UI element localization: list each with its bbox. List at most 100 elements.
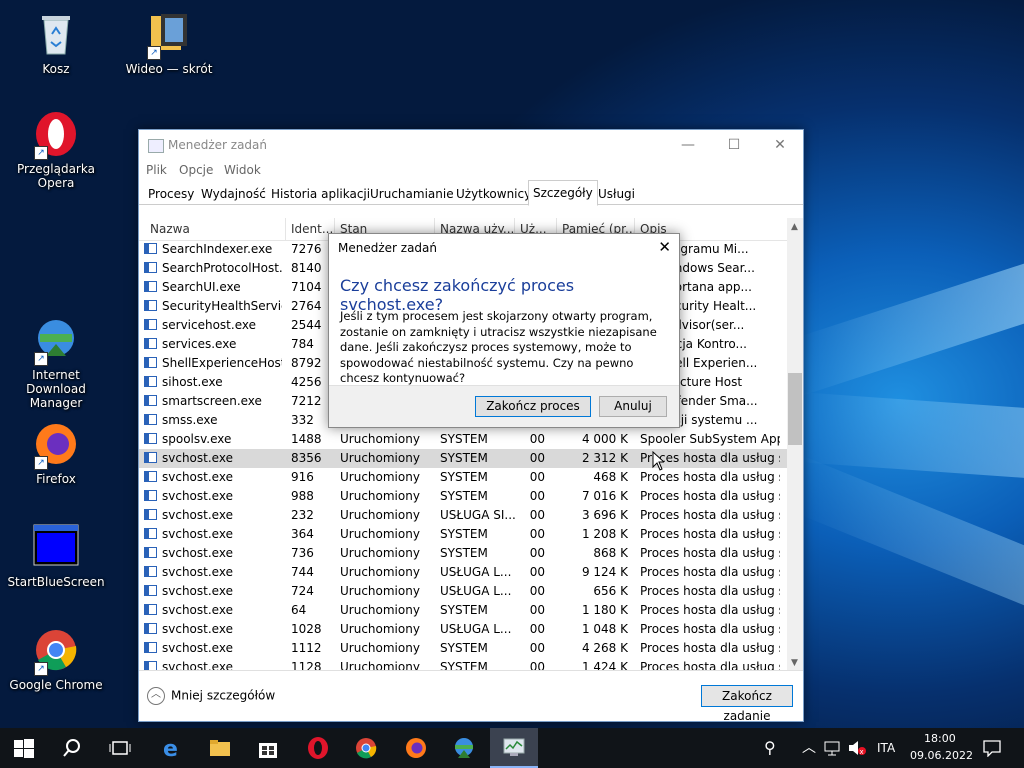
cancel-button[interactable]: Anuluj [599, 396, 667, 417]
tab-users[interactable]: Użytkownicy [451, 183, 536, 205]
cell-memory: 7 016 K [581, 489, 628, 503]
cell-cpu: 00 [529, 489, 545, 503]
desktop-icon-label: Wideo — skrót [125, 62, 213, 76]
cell-user: SYSTEM [440, 641, 488, 655]
table-row[interactable]: svchost.exe 8356 Uruchomiony SYSTEM 00 2 312 … [139, 449, 787, 468]
task-manager-icon [148, 139, 164, 153]
scroll-down-icon[interactable]: ▼ [791, 658, 798, 668]
table-row[interactable]: svchost.exe 1128 Uruchomiony SYSTEM 00 1 424 … [139, 658, 787, 670]
desktop-icon-startbluescreen[interactable]: StartBlueScreen [1, 523, 111, 589]
cell-description: Proces hosta dla usług s... [640, 584, 780, 598]
menu-view[interactable]: Widok [224, 163, 261, 177]
desktop-icon-firefox[interactable]: ↗ Firefox [1, 420, 111, 486]
tab-details[interactable]: Szczegóły [528, 180, 598, 206]
search-icon[interactable] [60, 736, 84, 760]
cell-status: Uruchomiony [340, 622, 420, 636]
cell-name: sihost.exe [162, 375, 223, 389]
table-row[interactable]: svchost.exe 1028 Uruchomiony USŁUGA L... 00 1… [139, 620, 787, 639]
dialog-button-bar: Zakończ proces Anuluj [329, 385, 679, 427]
firefox-taskbar-icon[interactable] [404, 736, 428, 760]
cell-pid: 916 [291, 470, 314, 484]
people-icon[interactable]: ⚲ [764, 738, 776, 757]
network-icon[interactable] [824, 740, 842, 756]
end-task-button[interactable]: Zakończ zadanie [701, 685, 793, 723]
cell-name: svchost.exe [162, 603, 233, 617]
task-view-icon[interactable] [108, 736, 132, 760]
cell-status: Uruchomiony [340, 565, 420, 579]
cell-status: Uruchomiony [340, 432, 420, 446]
volume-muted-icon[interactable]: x [847, 740, 867, 756]
menu-options[interactable]: Opcje [179, 163, 213, 177]
table-row[interactable]: svchost.exe 724 Uruchomiony USŁUGA L... 00 65… [139, 582, 787, 601]
cell-pid: 736 [291, 546, 314, 560]
cell-status: Uruchomiony [340, 603, 420, 617]
idm-taskbar-icon[interactable] [452, 736, 476, 760]
edge-icon[interactable]: e [160, 736, 184, 762]
notifications-icon[interactable] [982, 739, 1002, 757]
table-row[interactable]: svchost.exe 736 Uruchomiony SYSTEM 00 868 K Pr… [139, 544, 787, 563]
desktop-icon-idm[interactable]: ↗ Internet Download Manager [1, 316, 111, 410]
cell-memory: 9 124 K [581, 565, 628, 579]
table-row[interactable]: svchost.exe 64 Uruchomiony SYSTEM 00 1 180 K P… [139, 601, 787, 620]
show-hidden-icons-chevron-icon[interactable]: ︿ [802, 737, 816, 757]
title-bar[interactable]: Menedżer zadań — ☐ ✕ [139, 130, 803, 160]
table-row[interactable]: svchost.exe 744 Uruchomiony USŁUGA L... 00 9 … [139, 563, 787, 582]
clock-time[interactable]: 18:00 [924, 732, 956, 745]
scroll-up-icon[interactable]: ▲ [791, 222, 798, 232]
tab-app-history[interactable]: Historia aplikacji [266, 183, 375, 205]
cell-cpu: 00 [529, 565, 545, 579]
process-icon [144, 414, 157, 425]
cell-pid: 64 [291, 603, 307, 617]
firefox-icon: ↗ [32, 420, 80, 470]
process-icon [144, 509, 157, 520]
cell-memory: 868 K [593, 546, 628, 560]
desktop-icon-video[interactable]: ↗ Wideo — skrót [114, 10, 224, 76]
svg-text:e: e [163, 737, 178, 760]
menu-file[interactable]: Plik [146, 163, 167, 177]
table-row[interactable]: spoolsv.exe 1488 Uruchomiony SYSTEM 00 4 000 … [139, 430, 787, 449]
desktop-icon-opera[interactable]: ↗ Przeglądarka Opera [1, 110, 111, 190]
clock-date[interactable]: 09.06.2022 [910, 749, 973, 762]
cell-cpu: 00 [529, 641, 545, 655]
cell-pid: 724 [291, 584, 314, 598]
vertical-scrollbar[interactable]: ▲ ▼ [787, 218, 803, 670]
shortcut-arrow-icon: ↗ [34, 456, 48, 470]
store-icon[interactable] [256, 736, 280, 760]
tab-processes[interactable]: Procesy [143, 183, 199, 205]
chrome-taskbar-icon[interactable] [354, 736, 378, 760]
process-icon [144, 604, 157, 615]
table-row[interactable]: svchost.exe 232 Uruchomiony USŁUGA SI... 00 3… [139, 506, 787, 525]
cell-cpu: 00 [529, 622, 545, 636]
language-indicator[interactable]: ITA [877, 741, 895, 755]
table-row[interactable]: svchost.exe 988 Uruchomiony SYSTEM 00 7 016 K… [139, 487, 787, 506]
desktop-icon-recycle-bin[interactable]: Kosz [1, 10, 111, 76]
start-icon[interactable] [12, 736, 36, 760]
close-button[interactable]: ✕ [757, 130, 803, 160]
desktop-icon-label: Google Chrome [9, 678, 103, 692]
tab-performance[interactable]: Wydajność [196, 183, 271, 205]
cell-cpu: 00 [529, 527, 545, 541]
cell-description: Proces hosta dla usług s... [640, 660, 780, 670]
tab-startup[interactable]: Uruchamianie [365, 183, 459, 205]
table-row[interactable]: svchost.exe 364 Uruchomiony SYSTEM 00 1 208 K… [139, 525, 787, 544]
desktop-icon-chrome[interactable]: ↗ Google Chrome [1, 626, 111, 692]
task-manager-taskbar-button[interactable] [490, 728, 538, 768]
end-process-dialog: Menedżer zadań ✕ Czy chcesz zakończyć pr… [328, 233, 680, 428]
column-header-name[interactable]: Nazwa [145, 218, 286, 240]
dialog-close-icon[interactable]: ✕ [658, 238, 671, 256]
tab-services[interactable]: Usługi [593, 183, 640, 205]
scrollbar-thumb[interactable] [788, 373, 802, 445]
shortcut-arrow-icon: ↗ [34, 662, 48, 676]
table-row[interactable]: svchost.exe 916 Uruchomiony SYSTEM 00 468 K Pr… [139, 468, 787, 487]
cell-cpu: 00 [529, 451, 545, 465]
opera-taskbar-icon[interactable] [306, 736, 330, 760]
fewer-details-link[interactable]: ︿ Mniej szczegółów [147, 687, 275, 705]
file-explorer-icon[interactable] [208, 736, 232, 760]
cell-status: Uruchomiony [340, 641, 420, 655]
end-process-button[interactable]: Zakończ proces [475, 396, 591, 417]
minimize-button[interactable]: — [665, 130, 711, 160]
table-row[interactable]: svchost.exe 1112 Uruchomiony SYSTEM 00 4 268 … [139, 639, 787, 658]
maximize-button[interactable]: ☐ [711, 130, 757, 160]
cell-user: SYSTEM [440, 603, 488, 617]
process-icon [144, 642, 157, 653]
